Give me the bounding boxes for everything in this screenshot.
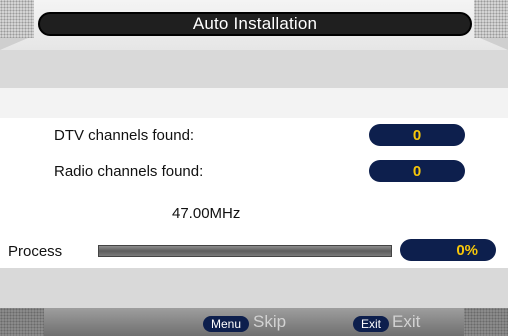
dtv-channels-label: DTV channels found: xyxy=(54,127,195,144)
exit-action-label[interactable]: Exit xyxy=(392,312,420,332)
menu-key-icon[interactable]: Menu xyxy=(203,316,250,332)
dotted-corner-decoration xyxy=(0,308,44,336)
progress-percent: 0% xyxy=(400,239,496,261)
title-bar: Auto Installation xyxy=(0,0,508,50)
scan-frequency: 47.00MHz xyxy=(172,205,241,222)
radio-channels-label: Radio channels found: xyxy=(54,163,204,180)
exit-key-icon[interactable]: Exit xyxy=(353,316,390,332)
radio-channels-count: 0 xyxy=(369,160,465,182)
subheader-band xyxy=(0,88,508,118)
header-band xyxy=(0,50,508,88)
progress-bar xyxy=(98,245,392,257)
corner-wedge xyxy=(480,38,508,50)
page-title: Auto Installation xyxy=(192,14,318,33)
skip-action-label[interactable]: Skip xyxy=(253,312,286,332)
corner-wedge xyxy=(0,38,28,50)
status-band xyxy=(0,268,508,308)
title-pill: Auto Installation xyxy=(38,12,472,36)
dtv-channels-count: 0 xyxy=(369,124,465,146)
dotted-corner-decoration xyxy=(464,308,508,336)
footer-bar: Menu Skip Exit Exit xyxy=(0,308,508,336)
dotted-corner-decoration xyxy=(0,0,34,38)
dotted-corner-decoration xyxy=(474,0,508,38)
process-label: Process xyxy=(8,243,63,260)
auto-installation-screen: Auto Installation DTV channels found: 0 … xyxy=(0,0,508,336)
